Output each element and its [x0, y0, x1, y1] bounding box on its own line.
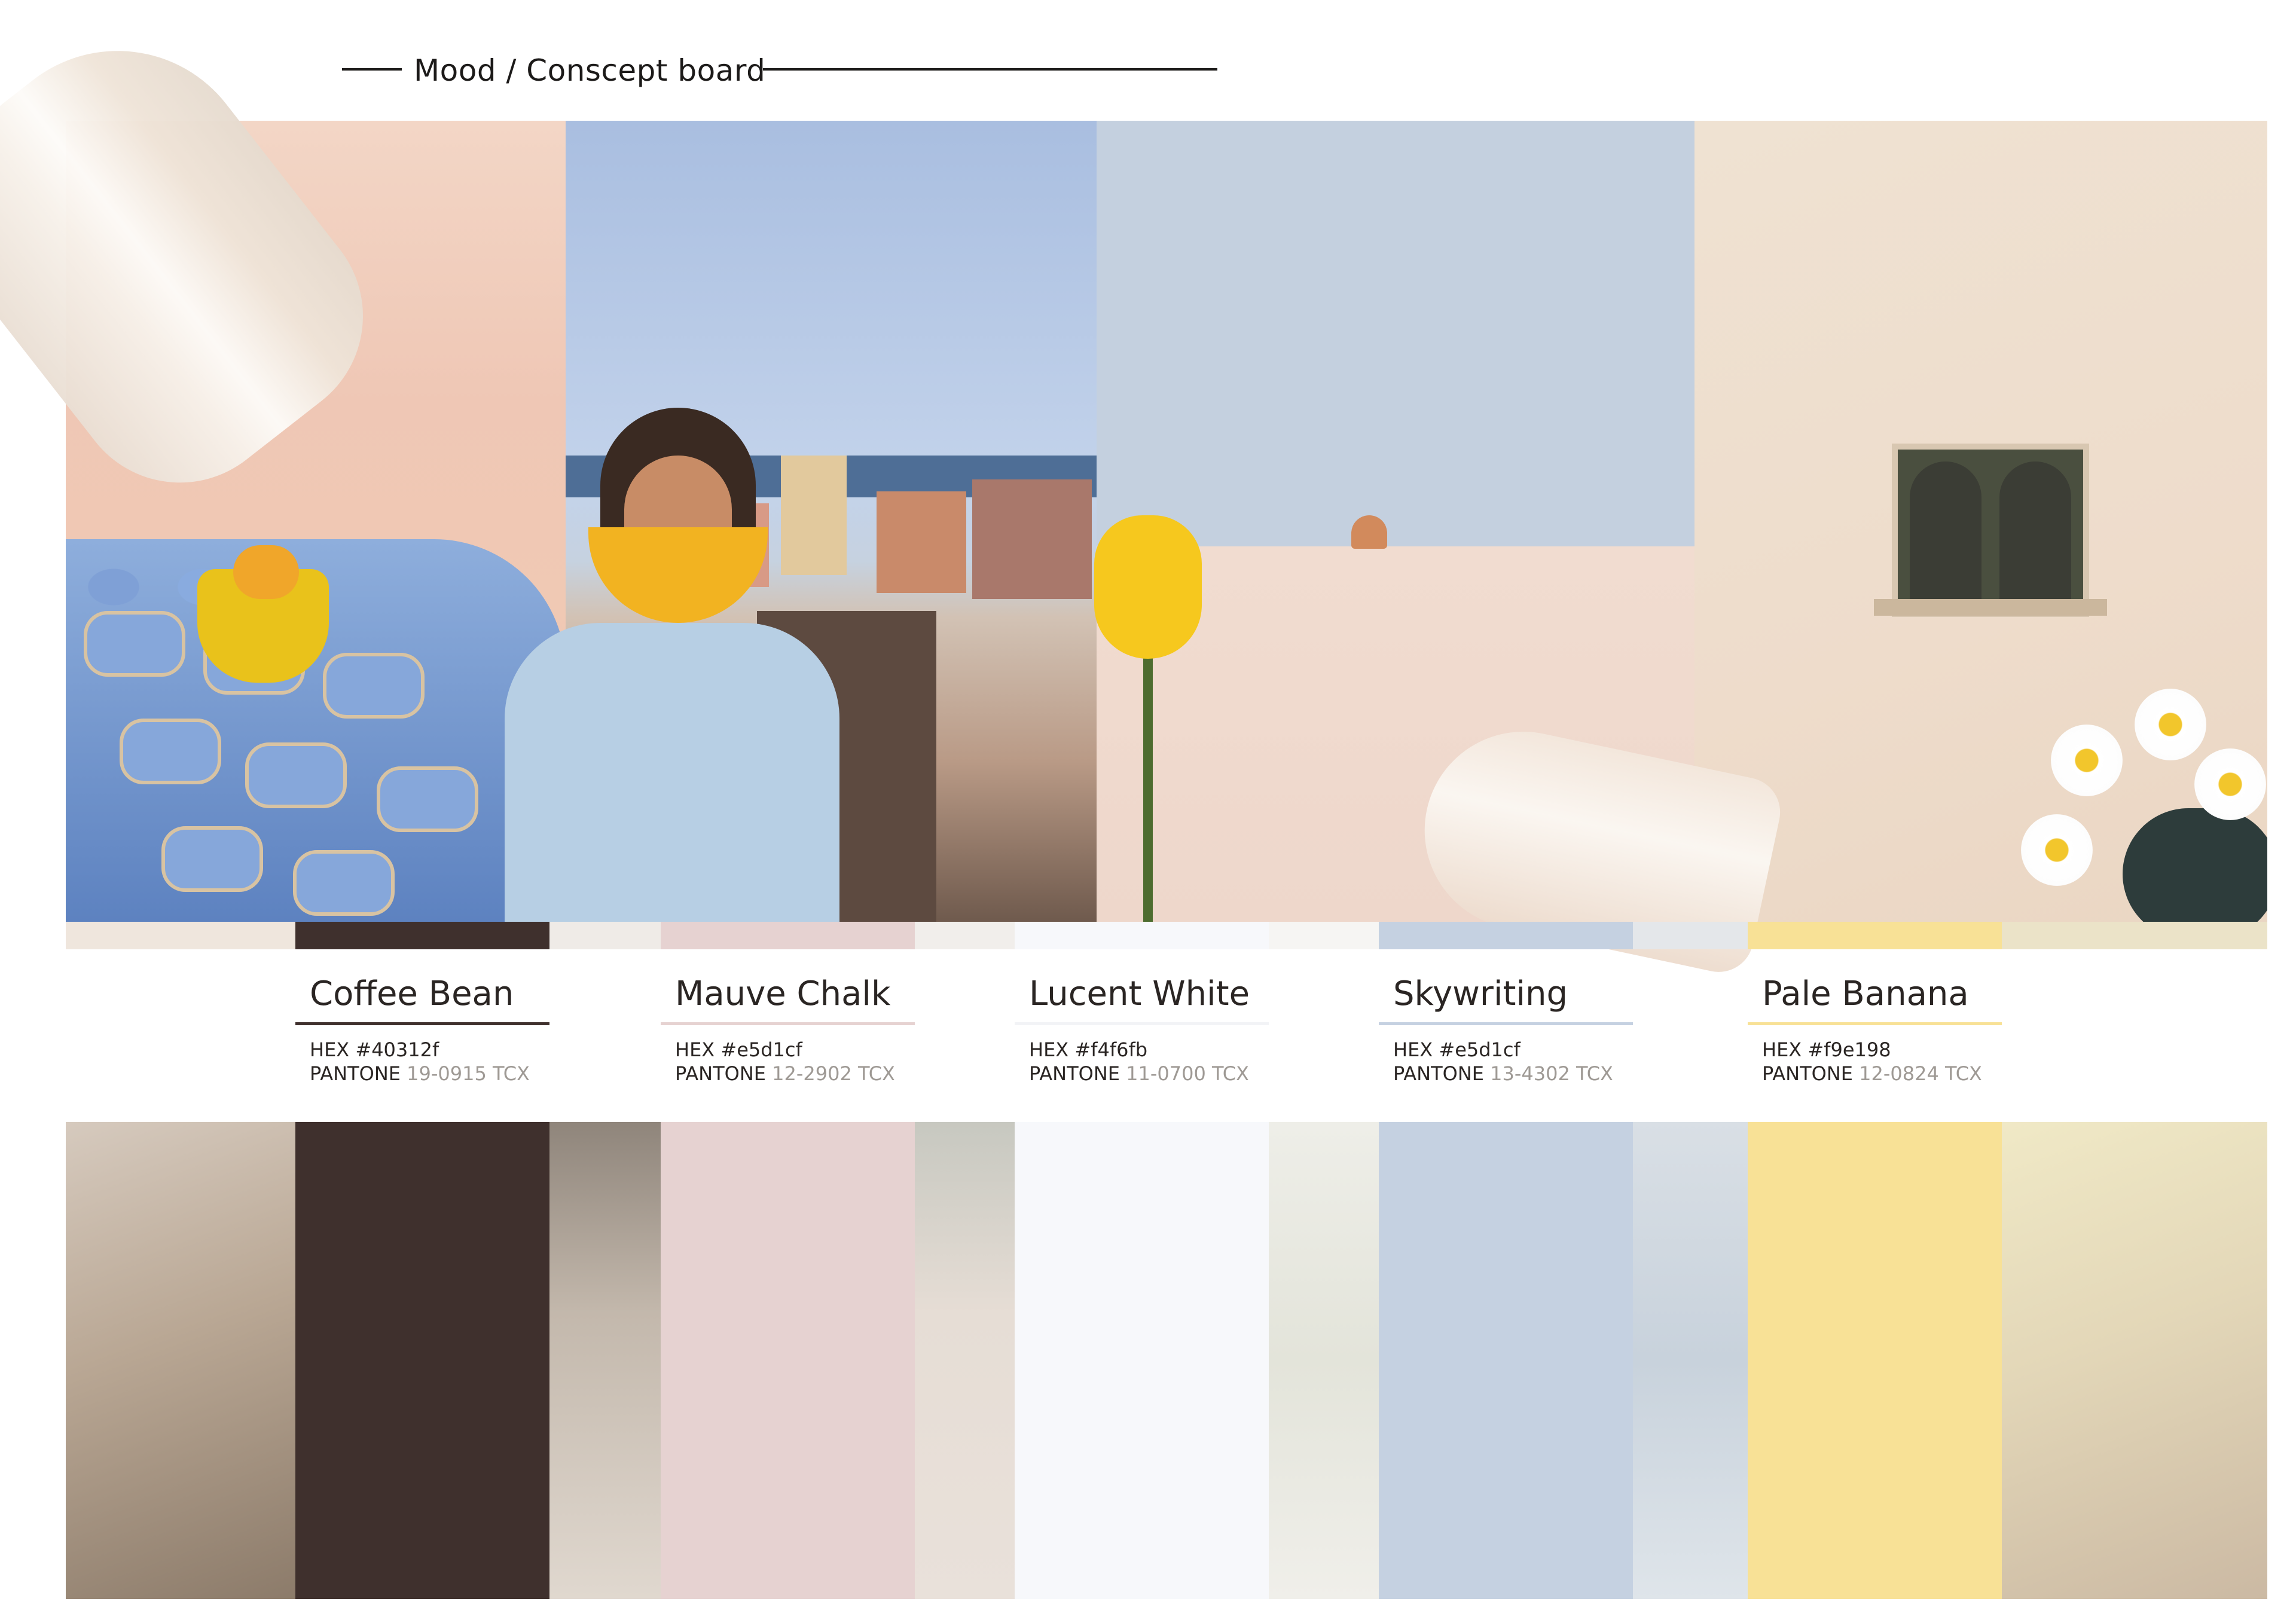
photo-strip-globe: [549, 1122, 661, 1599]
yellow-rose: [1058, 491, 1238, 922]
pantone-label: PANTONE: [1393, 1062, 1484, 1085]
photo-strip-olive: [1269, 1122, 1379, 1599]
photo-strip-plants: [66, 1122, 295, 1599]
color-hex-pale-banana: HEX #f9e198: [1762, 1038, 1891, 1061]
color-hex-lucent-white: HEX #f4f6fb: [1029, 1038, 1148, 1061]
photo-strip-hand-ring: [2002, 1122, 2267, 1599]
balcony: [1874, 599, 2107, 616]
photo-strip-fabric: [915, 1122, 1015, 1599]
cat: [1351, 515, 1387, 549]
pantone-code: 12-2902 TCX: [772, 1062, 895, 1085]
photo-strip: [549, 922, 661, 949]
photo-strip: [915, 922, 1015, 949]
pantone-code: 12-0824 TCX: [1859, 1062, 1982, 1085]
swatch-coffee-bean-top: [295, 922, 549, 949]
swatch-mauve-chalk-top: [661, 922, 915, 949]
color-name-mauve-chalk: Mauve Chalk: [675, 974, 891, 1013]
swatch-skywriting-top: [1379, 922, 1633, 949]
flower: [233, 545, 299, 599]
swatch-lucent-white-top: [1015, 922, 1269, 949]
daisy: [2135, 689, 2206, 760]
window-right: [1999, 461, 2071, 605]
photo-strip: [1633, 922, 1748, 949]
color-pantone-mauve-chalk: PANTONE 12-2902 TCX: [675, 1062, 895, 1086]
pot: [2123, 808, 2267, 922]
color-pantone-skywriting: PANTONE 13-4302 TCX: [1393, 1062, 1613, 1086]
daisy: [2194, 748, 2266, 820]
color-hex-coffee-bean: HEX #40312f: [310, 1038, 439, 1061]
color-underline-mauve-chalk: [661, 1022, 915, 1025]
tile: [161, 826, 263, 892]
yellow-cup-flowers: [197, 545, 329, 683]
title-rule-left: [342, 68, 402, 71]
color-name-lucent-white: Lucent White: [1029, 974, 1250, 1013]
pantone-label: PANTONE: [1029, 1062, 1120, 1085]
photo-strip-flowers: [1633, 1122, 1748, 1599]
color-underline-skywriting: [1379, 1022, 1633, 1025]
color-pantone-coffee-bean: PANTONE 19-0915 TCX: [310, 1062, 530, 1086]
daisies: [2021, 689, 2267, 922]
color-hex-mauve-chalk: HEX #e5d1cf: [675, 1038, 802, 1061]
color-name-skywriting: Skywriting: [1393, 974, 1568, 1013]
color-underline-coffee-bean: [295, 1022, 549, 1025]
bloom: [1094, 515, 1202, 659]
board-title: Mood / Conscept board: [414, 53, 766, 88]
color-name-pale-banana: Pale Banana: [1762, 974, 1969, 1013]
tile: [377, 766, 478, 832]
swatch-pale-banana: [1748, 1122, 2002, 1599]
daisy: [2051, 725, 2123, 796]
swatch-pale-banana-top: [1748, 922, 2002, 949]
window-left: [1910, 461, 1981, 605]
pantone-code: 13-4302 TCX: [1490, 1062, 1613, 1085]
swatch-mauve-chalk: [661, 1122, 915, 1599]
color-hex-skywriting: HEX #e5d1cf: [1393, 1038, 1521, 1061]
swatch-coffee-bean: [295, 1122, 549, 1599]
photo-strip: [2002, 922, 2267, 949]
color-pantone-pale-banana: PANTONE 12-0824 TCX: [1762, 1062, 1982, 1086]
swatch-skywriting: [1379, 1122, 1633, 1599]
stem: [1143, 653, 1153, 922]
portrait-woman: [505, 408, 839, 922]
pantone-label: PANTONE: [1762, 1062, 1853, 1085]
title-rule-right: [763, 68, 1217, 71]
color-underline-lucent-white: [1015, 1022, 1269, 1025]
photo-strip: [1269, 922, 1379, 949]
daisy: [2021, 814, 2093, 886]
pantone-label: PANTONE: [675, 1062, 766, 1085]
house: [877, 491, 966, 593]
tile: [293, 850, 395, 916]
pantone-code: 11-0700 TCX: [1126, 1062, 1249, 1085]
color-name-coffee-bean: Coffee Bean: [310, 974, 514, 1013]
blue-blazer: [505, 623, 839, 922]
color-underline-pale-banana: [1748, 1022, 2002, 1025]
tile: [323, 653, 425, 719]
swatch-lucent-white: [1015, 1122, 1269, 1599]
photo-strip: [66, 922, 295, 949]
tile: [245, 742, 347, 808]
yellow-scarf: [588, 527, 768, 623]
tile: [84, 611, 185, 677]
mood-collage: [66, 121, 2267, 922]
pantone-code: 19-0915 TCX: [407, 1062, 530, 1085]
pantone-label: PANTONE: [310, 1062, 401, 1085]
tile: [120, 719, 221, 784]
color-pantone-lucent-white: PANTONE 11-0700 TCX: [1029, 1062, 1249, 1086]
